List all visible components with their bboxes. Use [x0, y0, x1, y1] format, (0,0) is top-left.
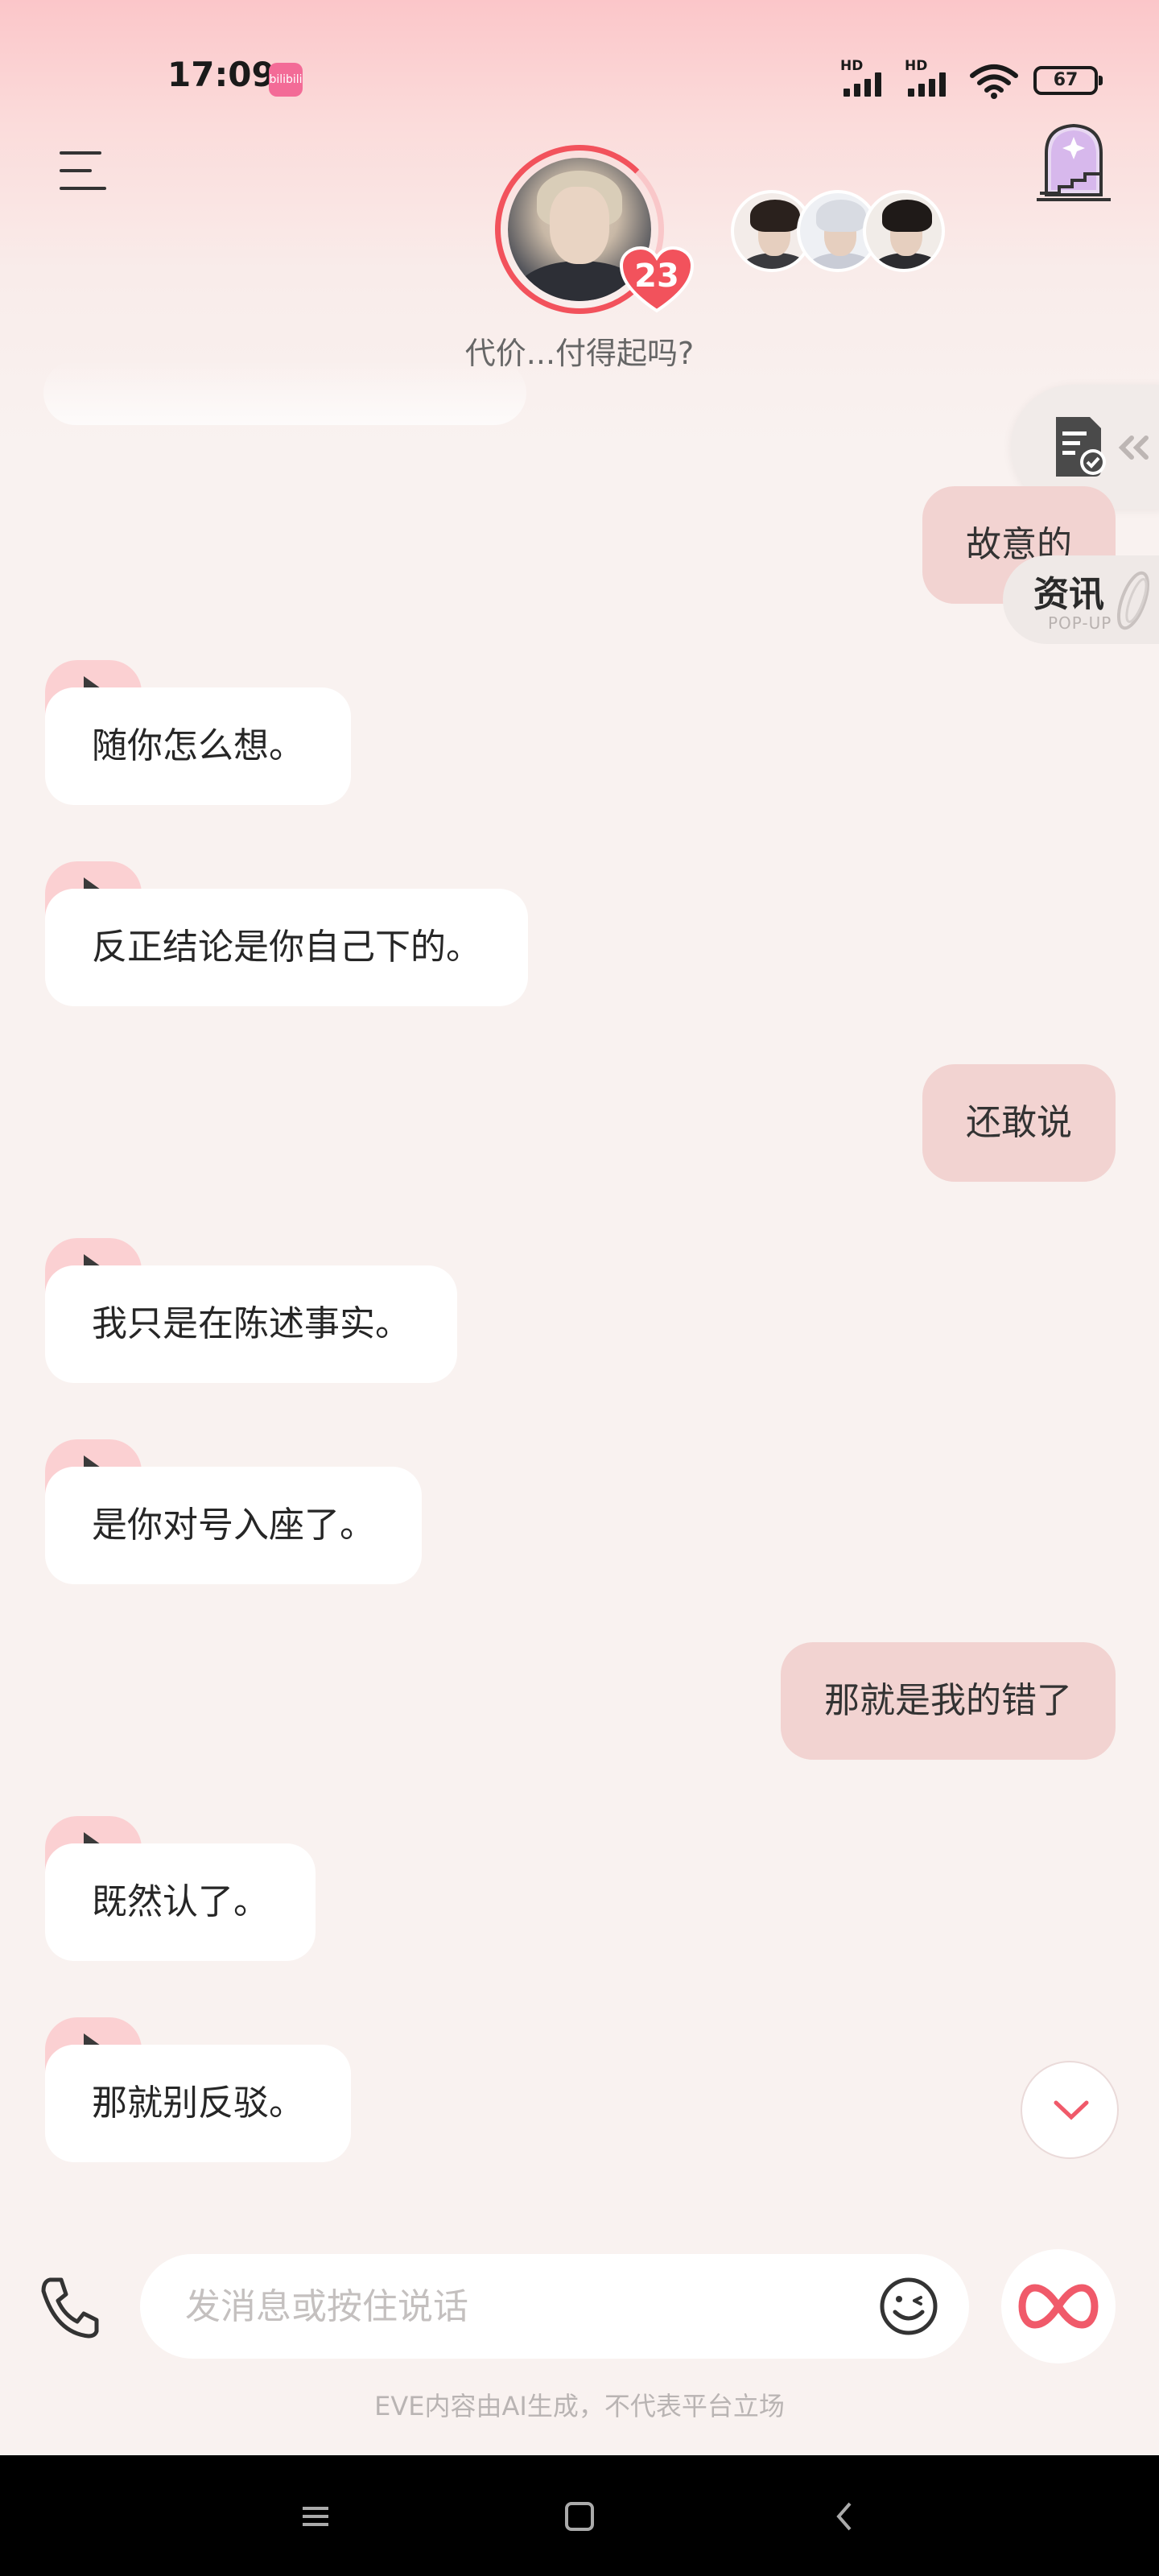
- user-message: 那就是我的错了: [781, 1642, 1116, 1760]
- user-message: 还敢说: [922, 1064, 1116, 1182]
- character-avatar-mini[interactable]: [863, 190, 945, 272]
- message-input[interactable]: [185, 2278, 845, 2334]
- ai-message-text: 是你对号入座了。: [45, 1467, 422, 1584]
- ai-message-text: 既然认了。: [45, 1843, 316, 1961]
- chevron-left-icon: [1118, 436, 1149, 460]
- ai-disclaimer: EVE内容由AI生成，不代表平台立场: [374, 2391, 785, 2421]
- faded-message: [43, 361, 526, 425]
- message-input-container[interactable]: [140, 2254, 969, 2359]
- system-navigation-bar: [0, 2455, 1159, 2576]
- wifi-icon: [970, 64, 1018, 99]
- character-switcher[interactable]: [731, 190, 945, 272]
- status-time: 17:09: [167, 55, 275, 94]
- news-sublabel: POP-UP: [1048, 613, 1112, 633]
- affection-heart-badge: 23: [619, 246, 695, 314]
- ai-message-text: 随你怎么想。: [45, 687, 351, 805]
- status-icons: HD HD 67: [840, 58, 1103, 100]
- ai-message-text: 我只是在陈述事实。: [45, 1265, 457, 1383]
- news-label: 资讯: [1033, 574, 1104, 615]
- battery-icon: 67: [1033, 66, 1103, 95]
- signal-hd-label: HD: [905, 58, 928, 74]
- swirl-icon: [1116, 571, 1150, 630]
- signal-icon: HD: [840, 58, 890, 100]
- ai-message: 既然认了。: [45, 1816, 316, 1961]
- document-check-icon: [1056, 417, 1106, 477]
- scroll-to-bottom-button[interactable]: [1021, 2061, 1119, 2159]
- news-tab[interactable]: 资讯 POP-UP: [1003, 555, 1159, 644]
- signal-icon: HD: [905, 58, 955, 100]
- staircase-door-icon[interactable]: [1035, 121, 1112, 203]
- ai-message: 是你对号入座了。: [45, 1439, 422, 1584]
- ai-message-text: 反正结论是你自己下的。: [45, 889, 528, 1006]
- phone-icon[interactable]: [39, 2275, 100, 2339]
- status-bar: 17:09 bilibili HD HD 67: [0, 48, 1159, 105]
- ai-message: 反正结论是你自己下的。: [45, 861, 528, 1006]
- recent-apps-icon[interactable]: [291, 2492, 340, 2541]
- affection-count: 23: [634, 258, 679, 295]
- ai-message: 那就别反驳。: [45, 2017, 351, 2162]
- emoji-icon[interactable]: [879, 2277, 938, 2336]
- menu-icon[interactable]: [60, 151, 108, 193]
- bilibili-icon: bilibili: [269, 63, 303, 97]
- back-icon[interactable]: [821, 2492, 869, 2541]
- chevron-down-icon: [1054, 2100, 1089, 2120]
- ai-message: 我只是在陈述事实。: [45, 1238, 457, 1383]
- infinity-icon: [1018, 2284, 1099, 2329]
- ai-message: 随你怎么想。: [45, 660, 351, 805]
- infinity-button[interactable]: [1001, 2249, 1116, 2363]
- home-icon[interactable]: [555, 2492, 604, 2541]
- signal-hd-label: HD: [840, 58, 864, 74]
- ai-message-text: 那就别反驳。: [45, 2045, 351, 2162]
